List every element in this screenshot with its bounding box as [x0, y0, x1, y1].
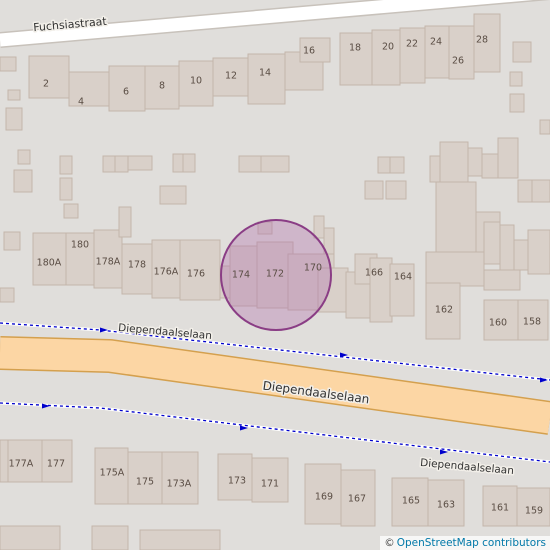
building: [7, 89, 21, 101]
house-number: 6: [123, 87, 129, 98]
house-number: 173A: [167, 479, 192, 490]
building: [399, 27, 426, 84]
house-number: 162: [435, 305, 453, 316]
building: [424, 25, 450, 79]
house-number: 159: [525, 506, 543, 517]
house-number: 167: [348, 494, 366, 505]
map-canvas: 2 4 6 8 10 12 14 16 18 20 22 24 26 28 18…: [0, 0, 550, 550]
building: [339, 32, 373, 86]
building: [28, 55, 70, 99]
house-number: 160: [489, 318, 507, 329]
house-number: 8: [159, 81, 165, 92]
house-number: 176A: [154, 267, 179, 278]
house-number: 163: [437, 500, 455, 511]
house-number: 165: [402, 496, 420, 507]
building: [512, 41, 532, 63]
building: [448, 25, 475, 80]
building: [0, 439, 9, 483]
map-attribution: © OpenStreetMap contributors: [380, 536, 550, 550]
street-label-diependaalselaan-north: Diependaalselaan: [118, 322, 213, 342]
map-view[interactable]: 2 4 6 8 10 12 14 16 18 20 22 24 26 28 18…: [0, 0, 550, 550]
house-number: 10: [190, 76, 202, 87]
house-number: 180A: [37, 258, 62, 269]
building: [509, 93, 525, 113]
building: [5, 107, 23, 131]
building: [509, 71, 523, 87]
building: [0, 525, 61, 550]
street-label-diependaalselaan-south: Diependaalselaan: [420, 457, 515, 477]
house-number: 16: [303, 46, 315, 57]
house-number: 175: [136, 477, 154, 488]
house-number: 178A: [96, 257, 121, 268]
house-number: 172: [266, 269, 284, 280]
attribution-link[interactable]: OpenStreetMap contributors: [397, 537, 546, 549]
building: [247, 53, 286, 105]
house-number: 28: [476, 35, 488, 46]
house-number: 177: [47, 459, 65, 470]
building: [68, 71, 110, 107]
building: [118, 206, 132, 238]
house-number: 161: [491, 503, 509, 514]
buildings-south: [0, 439, 550, 550]
house-number: 18: [349, 43, 361, 54]
house-number: 164: [394, 272, 412, 283]
house-number: 177A: [9, 459, 34, 470]
house-number: 169: [315, 492, 333, 503]
house-number: 170: [304, 263, 322, 274]
house-number: 12: [225, 71, 237, 82]
house-number: 173: [228, 476, 246, 487]
house-number: 175A: [100, 468, 125, 479]
house-number: 174: [232, 270, 250, 281]
house-number: 26: [452, 56, 464, 67]
house-number: 166: [365, 268, 383, 279]
house-number: 4: [78, 97, 84, 108]
house-number: 22: [406, 39, 418, 50]
copyright-symbol: ©: [384, 537, 395, 549]
house-number: 20: [382, 42, 394, 53]
building: [139, 529, 221, 550]
building: [91, 525, 129, 550]
house-number: 158: [523, 317, 541, 328]
house-number: 2: [43, 79, 49, 90]
building: [0, 56, 17, 72]
house-number: 176: [187, 269, 205, 280]
house-number: 14: [259, 68, 271, 79]
building: [371, 29, 401, 86]
house-number: 171: [261, 479, 279, 490]
house-number: 180: [71, 240, 89, 251]
building: [539, 119, 550, 135]
house-number: 24: [430, 37, 442, 48]
house-number: 178: [128, 260, 146, 271]
